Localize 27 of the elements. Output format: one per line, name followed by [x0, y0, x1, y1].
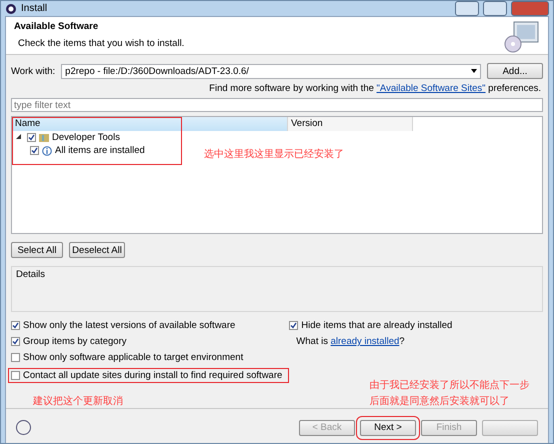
tree-item[interactable]: Developer Tools	[52, 132, 120, 143]
annotation-text: 后面就是同意然后安装就可以了	[368, 394, 510, 408]
sites-text: Find more software by working with the "Available Software Sites" preferences.	[208, 83, 542, 94]
option-label[interactable]: Hide items that are already installed	[301, 320, 452, 331]
sites-link[interactable]: "Available Software Sites"	[376, 83, 486, 94]
option-label[interactable]: Show only software applicable to target environment	[23, 352, 244, 363]
page-title: Available Software	[14, 21, 100, 32]
annotation-text: 由于我已经安装了所以不能点下一步	[368, 378, 530, 392]
table-button[interactable]: Deselect All	[69, 242, 125, 258]
installed-text: What is already installed?	[295, 336, 406, 347]
filter-field[interactable]: type filter text	[11, 98, 543, 112]
details-label: Details	[16, 269, 46, 280]
option-label[interactable]: Show only the latest versions of available software	[23, 320, 236, 331]
annotation-text: 选中这里我这里显示已经安装了	[204, 148, 344, 161]
column-header[interactable]: Name	[12, 117, 288, 131]
table-button[interactable]: Select All	[11, 242, 63, 258]
tree-item[interactable]: All items are installed	[55, 145, 145, 156]
installed-link[interactable]: already installed	[330, 336, 400, 347]
window-title: Install	[21, 3, 48, 14]
page-subtitle: Check the items that you wish to install.	[17, 38, 186, 49]
option-label[interactable]: Group items by category	[23, 336, 126, 347]
annotation-text: 建议把这个更新取消	[32, 394, 124, 408]
work-with-combo[interactable]: p2repo - file:/D:/360Downloads/ADT-23.0.6/	[61, 64, 481, 78]
column-header[interactable]: Version	[288, 117, 413, 131]
work-with-label: Work with:	[11, 66, 56, 76]
add-button[interactable]: Add...	[487, 63, 543, 79]
option-label[interactable]: Contact all update sites during install to find required software	[23, 370, 282, 381]
